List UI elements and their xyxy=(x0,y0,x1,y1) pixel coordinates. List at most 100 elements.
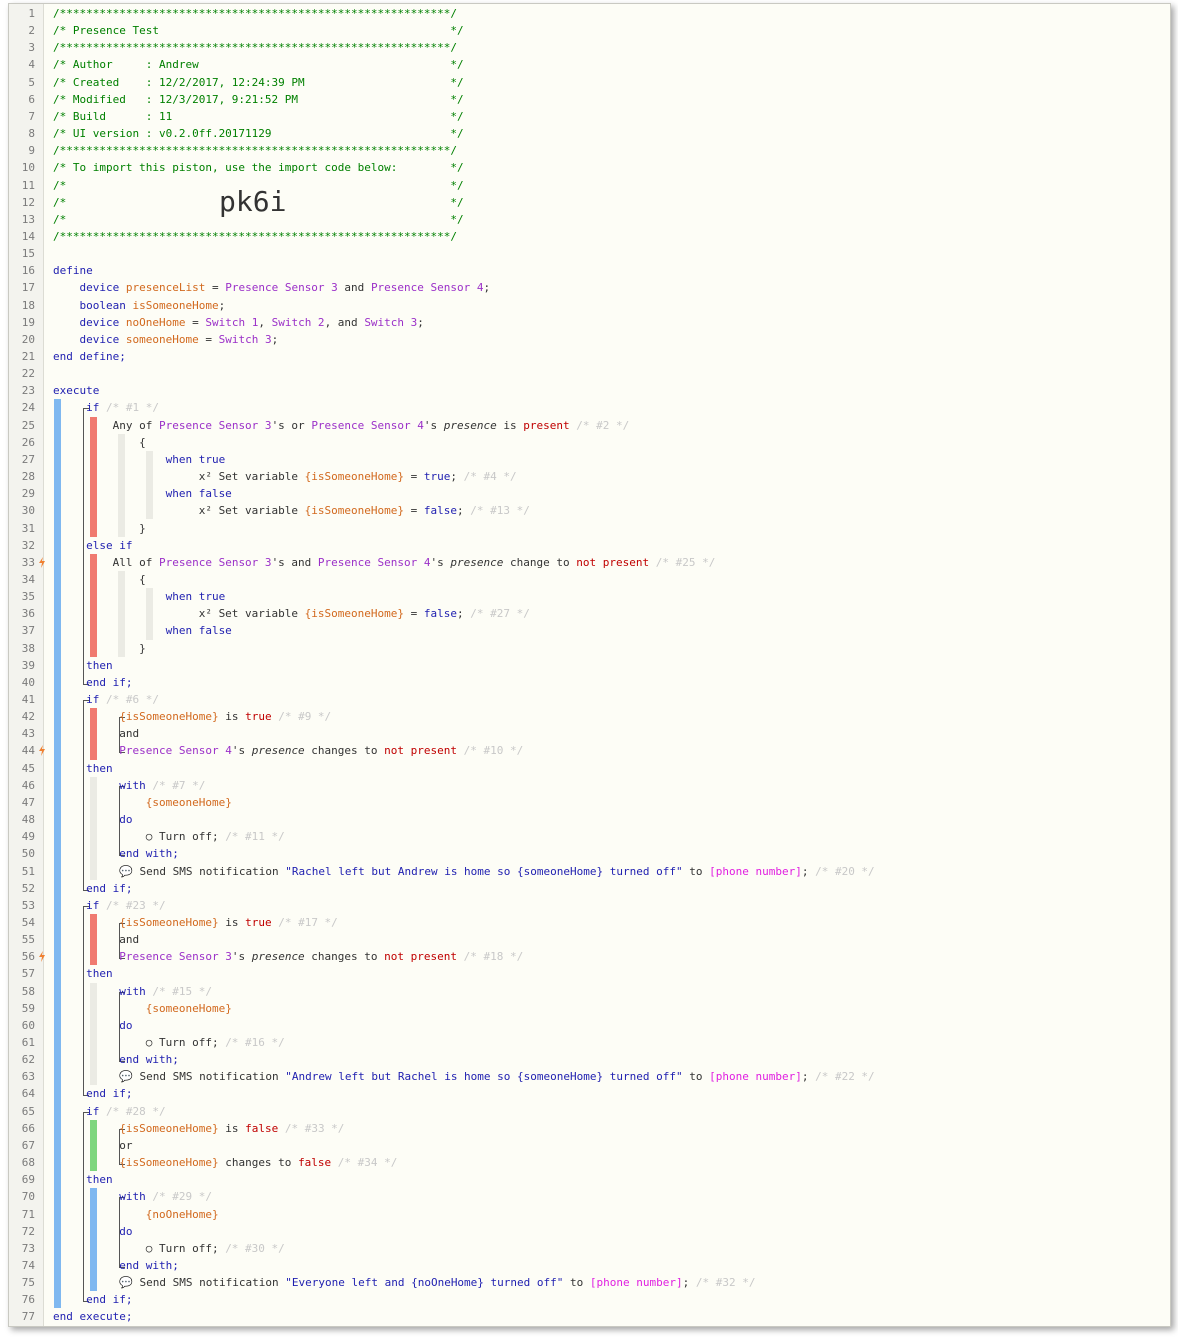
code-token: /* #18 */ xyxy=(457,950,524,964)
code-line[interactable]: then xyxy=(53,965,113,982)
code-line[interactable]: {isSomeoneHome} is false /* #33 */ xyxy=(53,1120,344,1137)
code-line[interactable]: if /* #6 */ xyxy=(53,691,159,708)
code-line[interactable]: boolean isSomeoneHome; xyxy=(53,297,225,314)
code-line[interactable]: with /* #7 */ xyxy=(53,777,205,794)
line-number: 70 xyxy=(21,1190,35,1204)
code-line[interactable]: device noOneHome = Switch 1, Switch 2, a… xyxy=(53,314,423,331)
code-line[interactable]: ○ Turn off; /* #11 */ xyxy=(53,828,285,845)
code-line[interactable]: 💬 Send SMS notification "Rachel left but… xyxy=(53,863,874,880)
line-number: 25 xyxy=(21,418,35,432)
code-line[interactable]: and xyxy=(53,931,139,948)
code-line[interactable]: {someoneHome} xyxy=(53,794,232,811)
code-token: } xyxy=(53,641,146,655)
code-line[interactable]: x² Set variable {isSomeoneHome} = false;… xyxy=(53,502,530,519)
line-number: 45 xyxy=(21,761,35,775)
code-line[interactable]: /* Build : 11 */ xyxy=(53,108,464,125)
code-line[interactable]: {isSomeoneHome} changes to false /* #34 … xyxy=(53,1154,397,1171)
code-token: /* #22 */ xyxy=(815,1070,875,1084)
code-line[interactable]: with /* #15 */ xyxy=(53,983,212,1000)
code-line[interactable]: when true xyxy=(53,588,226,605)
code-line[interactable]: /* Created : 12/2/2017, 12:24:39 PM */ xyxy=(53,74,464,91)
code-line[interactable]: x² Set variable {isSomeoneHome} = false;… xyxy=(53,605,530,622)
code-line[interactable]: All of Presence Sensor 3's and Presence … xyxy=(53,554,716,571)
code-line[interactable]: end if; xyxy=(53,1291,132,1308)
code-token: = xyxy=(404,470,424,484)
code-line[interactable]: then xyxy=(53,760,113,777)
line-number: 72 xyxy=(21,1224,35,1238)
code-token: noOneHome xyxy=(125,315,186,329)
code-token: Presence Sensor 3 xyxy=(225,281,338,295)
line-number: 32 xyxy=(21,538,35,552)
code-line[interactable]: with /* #29 */ xyxy=(53,1188,212,1205)
code-line[interactable]: {someoneHome} xyxy=(53,1000,232,1017)
code-line[interactable]: end with; xyxy=(53,845,179,862)
code-line[interactable]: /***************************************… xyxy=(53,228,457,245)
code-line[interactable]: if /* #23 */ xyxy=(53,897,165,914)
code-line[interactable]: device someoneHome = Switch 3; xyxy=(53,331,278,348)
code-token: end with; xyxy=(53,1053,179,1067)
code-line[interactable]: Presence Sensor 4's presence changes to … xyxy=(53,742,523,759)
code-line[interactable]: {isSomeoneHome} is true /* #9 */ xyxy=(53,708,331,725)
code-line[interactable]: ○ Turn off; /* #16 */ xyxy=(53,1034,285,1051)
code-line[interactable]: execute xyxy=(53,382,99,399)
code-line[interactable]: define xyxy=(53,262,93,279)
code-token: {someoneHome} xyxy=(145,795,232,809)
code-token: true xyxy=(245,710,272,724)
code-line[interactable]: then xyxy=(53,1171,113,1188)
code-line[interactable]: and xyxy=(53,725,139,742)
code-line[interactable]: /***************************************… xyxy=(53,142,457,159)
code-line[interactable]: when false xyxy=(53,485,232,502)
code-line[interactable]: then xyxy=(53,657,113,674)
code-line[interactable]: Any of Presence Sensor 3's or Presence S… xyxy=(53,417,630,434)
code-line[interactable]: end with; xyxy=(53,1257,179,1274)
code-line[interactable]: {noOneHome} xyxy=(53,1206,219,1223)
code-line[interactable]: { xyxy=(53,571,146,588)
line-number: 6 xyxy=(28,92,35,106)
code-line[interactable]: 💬 Send SMS notification "Everyone left a… xyxy=(53,1274,755,1291)
code-line[interactable]: } xyxy=(53,640,146,657)
code-line[interactable]: end if; xyxy=(53,674,132,691)
code-line[interactable]: do xyxy=(53,811,132,828)
code-line[interactable]: { xyxy=(53,434,146,451)
line-number: 66 xyxy=(21,1121,35,1135)
code-line[interactable]: /* Author : Andrew */ xyxy=(53,56,464,73)
code-token: [phone number] xyxy=(589,1276,683,1290)
code-line[interactable]: end define; xyxy=(53,348,126,365)
code-line[interactable]: /* Modified : 12/3/2017, 9:21:52 PM */ xyxy=(53,91,464,108)
code-token: ; xyxy=(450,470,464,484)
code-line[interactable]: {isSomeoneHome} is true /* #17 */ xyxy=(53,914,338,931)
code-token: /* Author : Andrew */ xyxy=(53,58,464,72)
code-token: /* #27 */ xyxy=(470,607,530,621)
code-line[interactable]: /* UI version : v0.2.0ff.20171129 */ xyxy=(53,125,464,142)
code-line[interactable]: if /* #28 */ xyxy=(53,1103,165,1120)
code-line[interactable]: 💬 Send SMS notification "Andrew left but… xyxy=(53,1068,875,1085)
code-line[interactable]: device presenceList = Presence Sensor 3 … xyxy=(53,279,490,296)
code-line[interactable]: when true xyxy=(53,451,226,468)
code-line[interactable]: end with; xyxy=(53,1051,179,1068)
code-line[interactable]: /* To import this piston, use the import… xyxy=(53,159,464,176)
code-token: boolean xyxy=(53,298,133,312)
code-line[interactable]: else if xyxy=(53,537,132,554)
code-line[interactable]: /* Presence Test */ xyxy=(53,22,464,39)
code-line[interactable]: /***************************************… xyxy=(53,39,457,56)
code-line[interactable]: Presence Sensor 3's presence changes to … xyxy=(53,948,523,965)
code-line[interactable]: /***************************************… xyxy=(53,5,457,22)
code-line[interactable]: x² Set variable {isSomeoneHome} = true; … xyxy=(53,468,517,485)
code-line[interactable]: end if; xyxy=(53,1085,132,1102)
code-line[interactable]: do xyxy=(53,1223,132,1240)
code-line[interactable]: if /* #1 */ xyxy=(53,399,159,416)
code-token: else if xyxy=(53,538,133,552)
code-line[interactable]: } xyxy=(53,520,146,537)
code-line[interactable]: do xyxy=(53,1017,132,1034)
import-code[interactable]: pk6i xyxy=(219,185,286,218)
code-token: /* Modified : 12/3/2017, 9:21:52 PM */ xyxy=(53,92,464,106)
line-number: 19 xyxy=(21,315,35,329)
code-line[interactable]: ○ Turn off; /* #30 */ xyxy=(53,1240,285,1257)
code-token: ; xyxy=(218,298,226,312)
code-line[interactable]: or xyxy=(53,1137,132,1154)
code-token: false xyxy=(423,607,458,621)
code-line[interactable]: end if; xyxy=(53,880,132,897)
code-token: when false xyxy=(53,624,232,638)
code-line[interactable]: when false xyxy=(53,622,232,639)
code-line[interactable]: end execute; xyxy=(53,1308,132,1325)
